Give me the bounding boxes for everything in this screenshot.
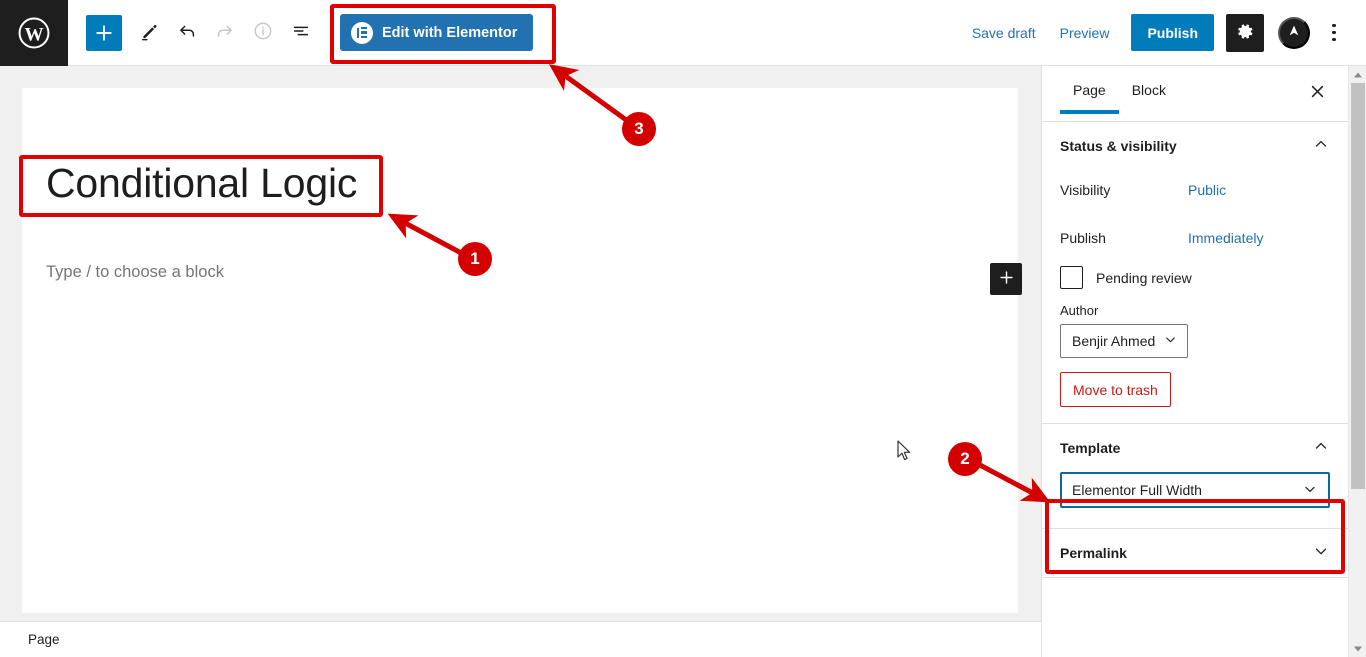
publish-value-button[interactable]: Immediately	[1188, 230, 1263, 246]
wordpress-logo-icon: W	[17, 16, 51, 50]
template-select[interactable]: Elementor Full Width	[1060, 472, 1330, 508]
section-status-visibility-header[interactable]: Status & visibility	[1060, 122, 1330, 170]
sidebar-scrollbar[interactable]	[1348, 66, 1366, 657]
plus-icon	[998, 269, 1015, 289]
pending-review-row[interactable]: Pending review	[1060, 266, 1330, 289]
editor-footer-bar: Page	[0, 621, 1041, 657]
publish-label: Publish	[1060, 230, 1106, 246]
row-publish: Publish Immediately	[1060, 218, 1330, 258]
info-circle-icon	[252, 20, 274, 45]
pencil-icon	[139, 21, 160, 45]
plus-icon	[94, 23, 114, 43]
block-inserter-button[interactable]	[990, 263, 1022, 295]
settings-button[interactable]	[1226, 13, 1264, 52]
list-view-icon	[290, 20, 312, 45]
section-template-header[interactable]: Template	[1060, 424, 1330, 472]
publish-button[interactable]: Publish	[1131, 14, 1214, 51]
editor-top-toolbar: W Edit with Elementor Save draft Preview…	[0, 0, 1366, 66]
avada-button[interactable]	[1278, 16, 1310, 49]
chevron-down-icon	[1163, 332, 1178, 350]
section-status-visibility-title: Status & visibility	[1060, 138, 1177, 154]
elementor-logo-icon	[351, 21, 373, 44]
author-field-group: Author Benjir Ahmed	[1060, 303, 1330, 358]
preview-button[interactable]: Preview	[1048, 17, 1122, 49]
chevron-up-icon	[1312, 135, 1330, 158]
wordpress-block-editor: W Edit with Elementor Save draft Preview…	[0, 0, 1366, 657]
section-template: Template Elementor Full Width	[1042, 424, 1348, 529]
block-placeholder-text[interactable]: Type / to choose a block	[46, 263, 224, 282]
section-template-title: Template	[1060, 440, 1121, 456]
chevron-up-icon	[1312, 437, 1330, 460]
close-sidebar-button[interactable]	[1300, 76, 1334, 110]
save-draft-button[interactable]: Save draft	[960, 17, 1048, 49]
undo-button[interactable]	[168, 14, 206, 52]
avada-logo-icon	[1284, 21, 1304, 44]
chevron-down-icon	[1312, 542, 1330, 565]
section-permalink: Permalink	[1042, 529, 1348, 578]
details-button[interactable]	[244, 14, 282, 52]
settings-sidebar: Page Block Status & visibility Visibilit…	[1041, 66, 1366, 657]
toolbar-left-group: Edit with Elementor	[68, 14, 534, 52]
move-to-trash-button[interactable]: Move to trash	[1060, 372, 1171, 407]
post-canvas[interactable]: Conditional Logic Type / to choose a blo…	[22, 88, 1022, 613]
author-label: Author	[1060, 303, 1099, 318]
chevron-down-icon	[1302, 481, 1318, 500]
author-value: Benjir Ahmed	[1072, 333, 1156, 349]
settings-sidebar-content: Page Block Status & visibility Visibilit…	[1042, 66, 1348, 657]
visibility-label: Visibility	[1060, 182, 1111, 198]
breadcrumb[interactable]: Page	[28, 632, 60, 647]
pending-review-label: Pending review	[1096, 269, 1192, 286]
section-status-visibility: Status & visibility Visibility Public Pu…	[1042, 122, 1348, 424]
edit-with-elementor-button[interactable]: Edit with Elementor	[340, 14, 534, 51]
section-permalink-title: Permalink	[1060, 545, 1127, 561]
sidebar-scrollbar-thumb[interactable]	[1351, 83, 1365, 489]
scroll-down-arrow-icon[interactable]	[1349, 640, 1366, 657]
template-value: Elementor Full Width	[1072, 482, 1202, 498]
tools-edit-button[interactable]	[130, 14, 168, 52]
undo-arrow-icon	[176, 20, 198, 45]
tab-block[interactable]: Block	[1119, 66, 1179, 114]
section-permalink-header[interactable]: Permalink	[1060, 529, 1330, 577]
row-visibility: Visibility Public	[1060, 170, 1330, 210]
redo-arrow-icon	[214, 20, 236, 45]
author-select[interactable]: Benjir Ahmed	[1060, 324, 1189, 358]
scroll-up-arrow-icon[interactable]	[1349, 66, 1366, 83]
edit-with-elementor-label: Edit with Elementor	[382, 24, 518, 41]
wordpress-logo-button[interactable]: W	[0, 0, 68, 66]
list-view-button[interactable]	[282, 14, 320, 52]
close-x-icon	[1309, 83, 1326, 103]
add-block-button[interactable]	[86, 14, 122, 51]
post-title[interactable]: Conditional Logic	[46, 160, 946, 207]
toolbar-right-group: Save draft Preview Publish	[960, 13, 1366, 52]
kebab-menu-icon	[1332, 23, 1336, 42]
redo-button[interactable]	[206, 14, 244, 52]
gear-icon	[1236, 22, 1255, 44]
pending-review-checkbox[interactable]	[1060, 266, 1083, 289]
visibility-value-button[interactable]: Public	[1188, 182, 1226, 198]
sidebar-tabs: Page Block	[1042, 66, 1348, 122]
svg-text:W: W	[24, 24, 43, 45]
tab-page[interactable]: Page	[1060, 66, 1119, 114]
editor-canvas-region: Conditional Logic Type / to choose a blo…	[0, 66, 1041, 657]
more-options-button[interactable]	[1316, 14, 1352, 52]
